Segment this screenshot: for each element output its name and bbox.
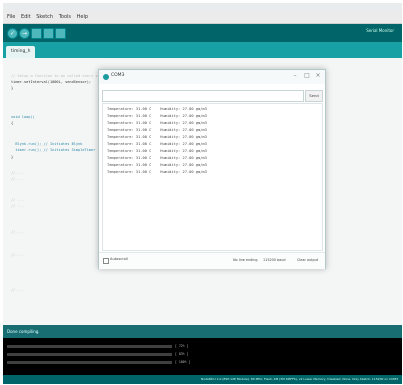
- serial-output-row: Temperature: 31.00 C Humidity: 27.00 gm/…: [107, 135, 207, 139]
- sketch-tab[interactable]: timing_h: [6, 46, 36, 58]
- serial-monitor-button[interactable]: Serial Monitor: [366, 28, 394, 33]
- code-line: Blynk.run(); // Initiates Blynk: [11, 142, 83, 146]
- ide-menubar: File Edit Sketch Tools Help: [3, 11, 402, 24]
- new-file-icon[interactable]: [31, 28, 42, 39]
- code-line: // ...: [11, 204, 24, 208]
- code-line: // ...: [11, 198, 24, 202]
- send-button[interactable]: Send: [305, 90, 323, 102]
- autoscroll-label: Autoscroll: [110, 257, 128, 261]
- upload-icon[interactable]: →: [19, 28, 30, 39]
- console-progress-line: [7, 353, 172, 356]
- arduino-icon: [103, 74, 109, 80]
- serial-output-row: Temperature: 31.00 C Humidity: 27.00 gm/…: [107, 142, 207, 146]
- serial-footer: Autoscroll No line ending 115200 baud Cl…: [99, 252, 325, 269]
- serial-titlebar[interactable]: COM3 – □ ×: [99, 70, 325, 84]
- serial-output-row: Temperature: 31.00 C Humidity: 27.00 gm/…: [107, 121, 207, 125]
- serial-output-row: Temperature: 31.00 C Humidity: 27.00 gm/…: [107, 156, 207, 160]
- close-icon[interactable]: ×: [314, 72, 322, 79]
- autoscroll-checkbox[interactable]: [103, 258, 109, 264]
- baud-select[interactable]: 115200 baud: [261, 256, 288, 264]
- menu-tools[interactable]: Tools: [59, 11, 71, 23]
- code-line: // ...: [11, 288, 24, 292]
- maximize-icon[interactable]: □: [303, 72, 311, 79]
- console-progress-line: [7, 361, 172, 364]
- line-ending-select[interactable]: No line ending: [231, 256, 260, 264]
- compile-status: Done compiling.: [7, 329, 40, 334]
- board-info: NodeMCU 1.0 (ESP-12E Module), 80 MHz, Fl…: [200, 377, 398, 381]
- ide-console: [ 72% ] [ 83% ] [ 100% ]: [3, 338, 402, 375]
- code-line: // Setup a function to be called every s…: [11, 74, 109, 78]
- serial-output-row: Temperature: 31.00 C Humidity: 27.00 gm/…: [107, 163, 207, 167]
- console-progress-line: [7, 345, 172, 348]
- code-line: // ...: [11, 253, 24, 257]
- serial-monitor-label: Serial Monitor: [366, 28, 394, 33]
- open-file-icon[interactable]: [43, 28, 54, 39]
- code-line: // ...: [11, 171, 24, 175]
- serial-output-row: Temperature: 31.00 C Humidity: 27.00 gm/…: [107, 114, 207, 118]
- console-tag: [ 72% ]: [175, 344, 189, 348]
- ide-toolbar: ✓ → Serial Monitor: [3, 24, 402, 42]
- serial-output-row: Temperature: 31.00 C Humidity: 27.00 gm/…: [107, 170, 207, 174]
- save-file-icon[interactable]: [55, 28, 66, 39]
- code-line: void loop(): [11, 115, 35, 119]
- verify-icon[interactable]: ✓: [7, 28, 18, 39]
- board-info-bar: NodeMCU 1.0 (ESP-12E Module), 80 MHz, Fl…: [3, 375, 402, 384]
- minimize-icon[interactable]: –: [291, 72, 299, 79]
- serial-output[interactable]: Temperature: 31.00 C Humidity: 27.00 gm/…: [102, 103, 323, 251]
- menu-edit[interactable]: Edit: [21, 11, 31, 23]
- console-tag: [ 83% ]: [175, 352, 189, 356]
- code-line: timer.setInterval(1000L, sendSensor);: [11, 80, 92, 84]
- photo-frame: File Edit Sketch Tools Help ✓ → Serial M…: [3, 3, 402, 384]
- serial-output-row: Temperature: 31.00 C Humidity: 27.00 gm/…: [107, 128, 207, 132]
- serial-monitor-window: COM3 – □ × Send Temperature: 31.00 C Hum…: [98, 69, 326, 269]
- code-line: }: [11, 86, 14, 90]
- menu-file[interactable]: File: [7, 11, 15, 23]
- serial-input[interactable]: [102, 90, 304, 102]
- code-line: }: [11, 155, 14, 159]
- console-tag: [ 100% ]: [175, 360, 191, 364]
- serial-title: COM3: [111, 73, 125, 78]
- serial-output-row: Temperature: 31.00 C Humidity: 27.00 gm/…: [107, 107, 207, 111]
- serial-output-row: Temperature: 31.00 C Humidity: 27.00 gm/…: [107, 149, 207, 153]
- ide-tabbar: timing_h: [3, 42, 402, 58]
- code-line: // ...: [11, 230, 24, 234]
- code-line: // ...: [11, 177, 24, 181]
- code-line: {: [11, 121, 14, 125]
- menu-help[interactable]: Help: [77, 11, 88, 23]
- code-line: timer.run(); // Initiates SimpleTimer: [11, 148, 96, 152]
- ide-statusbar: Done compiling.: [3, 325, 402, 338]
- clear-output-button[interactable]: Clear output: [295, 256, 320, 264]
- menu-sketch[interactable]: Sketch: [36, 11, 53, 23]
